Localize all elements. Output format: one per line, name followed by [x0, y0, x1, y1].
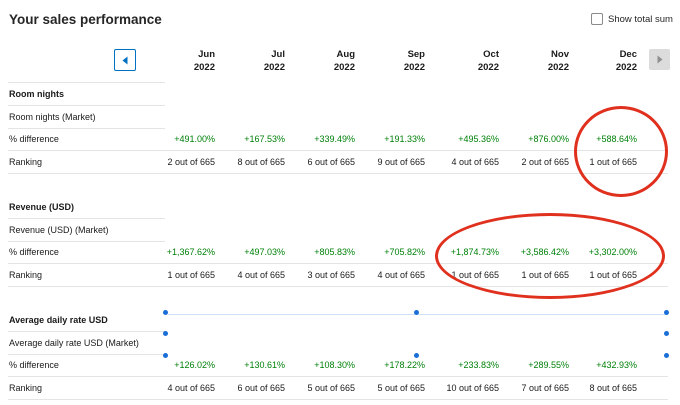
difference-row-label: % difference	[9, 247, 59, 258]
ranking-cell: 4 out of 665	[167, 383, 215, 394]
month-header: Nov 2022	[499, 48, 569, 74]
ranking-cell: 2 out of 665	[167, 157, 215, 168]
previous-month-button[interactable]	[114, 49, 136, 71]
ranking-row-label: Ranking	[9, 157, 43, 168]
ranking-cell: 4 out of 665	[237, 270, 285, 281]
month-name: Oct	[483, 49, 499, 60]
ranking-cell: 1 out of 665	[167, 270, 215, 281]
difference-cell: +191.33%	[384, 134, 425, 145]
ranking-cell: 6 out of 665	[237, 383, 285, 394]
month-year: 2022	[477, 62, 499, 73]
difference-cell: +130.61%	[244, 360, 285, 371]
month-header: Oct 2022	[429, 48, 499, 74]
row-separator	[8, 150, 668, 152]
month-year: 2022	[193, 62, 215, 73]
month-name: Aug	[336, 49, 355, 60]
month-name: Jun	[198, 49, 215, 60]
difference-cell: +495.36%	[458, 134, 499, 145]
row-separator	[8, 399, 668, 401]
section-separator	[8, 331, 165, 332]
difference-cell: +432.93%	[596, 360, 637, 371]
selection-handle[interactable]	[414, 353, 419, 358]
difference-row-label: % difference	[9, 134, 59, 145]
ranking-cell: 9 out of 665	[377, 157, 425, 168]
selection-handle[interactable]	[664, 331, 669, 336]
chevron-left-icon	[122, 56, 128, 64]
selection-handle[interactable]	[414, 310, 419, 315]
month-header: Jun 2022	[145, 48, 215, 74]
difference-cell: +497.03%	[244, 247, 285, 258]
selection-handle[interactable]	[664, 310, 669, 315]
ranking-cell: 10 out of 665	[446, 383, 499, 394]
difference-cell: +289.55%	[528, 360, 569, 371]
month-name: Jul	[271, 49, 285, 60]
month-name: Dec	[619, 49, 637, 60]
show-total-label: Show total sum	[608, 13, 673, 25]
ranking-cell: 8 out of 665	[589, 383, 637, 394]
difference-cell: +108.30%	[314, 360, 355, 371]
ranking-row-label: Ranking	[9, 383, 43, 394]
ranking-cell: 7 out of 665	[521, 383, 569, 394]
market-row-label: Revenue (USD) (Market)	[9, 224, 109, 235]
selection-handle[interactable]	[163, 331, 168, 336]
row-separator	[8, 353, 165, 355]
ranking-cell: 5 out of 665	[377, 383, 425, 394]
section-title: Average daily rate USD	[9, 315, 108, 325]
difference-cell: +876.00%	[528, 134, 569, 145]
section-separator	[8, 105, 165, 106]
ranking-row-label: Ranking	[9, 270, 43, 281]
difference-row-label: % difference	[9, 360, 59, 371]
month-year: 2022	[615, 62, 637, 73]
month-name: Sep	[407, 49, 425, 60]
annotation-circle-dec	[574, 106, 668, 197]
ranking-cell: 4 out of 665	[377, 270, 425, 281]
next-month-button[interactable]	[649, 49, 670, 70]
difference-cell: +178.22%	[384, 360, 425, 371]
section-title: Room nights	[9, 89, 64, 99]
ranking-cell: 8 out of 665	[237, 157, 285, 168]
month-year: 2022	[403, 62, 425, 73]
row-separator	[8, 240, 165, 242]
month-header: Dec 2022	[567, 48, 637, 74]
difference-cell: +491.00%	[174, 134, 215, 145]
section-title: Revenue (USD)	[9, 202, 75, 212]
ranking-cell: 5 out of 665	[307, 383, 355, 394]
month-header: Jul 2022	[215, 48, 285, 74]
annotation-circle-revenue	[435, 213, 665, 299]
difference-cell: +705.82%	[384, 247, 425, 258]
ranking-cell: 6 out of 665	[307, 157, 355, 168]
show-total-checkbox[interactable]	[591, 13, 603, 25]
selection-handle[interactable]	[163, 310, 168, 315]
page-title: Your sales performance	[9, 12, 162, 27]
month-year: 2022	[547, 62, 569, 73]
difference-cell: +339.49%	[314, 134, 355, 145]
market-row-label: Room nights (Market)	[9, 111, 96, 122]
header-separator	[8, 82, 165, 83]
difference-cell: +1,367.62%	[166, 247, 215, 258]
ranking-cell: 4 out of 665	[451, 157, 499, 168]
show-total-toggle[interactable]: Show total sum	[591, 13, 673, 25]
row-separator	[8, 173, 668, 175]
section-separator	[8, 218, 165, 219]
difference-cell: +167.53%	[244, 134, 285, 145]
difference-cell: +233.83%	[458, 360, 499, 371]
selection-handle[interactable]	[163, 353, 168, 358]
selection-handle[interactable]	[664, 353, 669, 358]
month-name: Nov	[551, 49, 569, 60]
row-separator	[8, 127, 165, 129]
ranking-cell: 3 out of 665	[307, 270, 355, 281]
difference-cell: +126.02%	[174, 360, 215, 371]
month-year: 2022	[333, 62, 355, 73]
month-header: Aug 2022	[285, 48, 355, 74]
market-row-label: Average daily rate USD (Market)	[9, 337, 139, 348]
ranking-cell: 2 out of 665	[521, 157, 569, 168]
month-year: 2022	[263, 62, 285, 73]
chevron-right-icon	[657, 55, 662, 64]
difference-cell: +805.83%	[314, 247, 355, 258]
row-separator	[8, 376, 668, 378]
month-header: Sep 2022	[355, 48, 425, 74]
